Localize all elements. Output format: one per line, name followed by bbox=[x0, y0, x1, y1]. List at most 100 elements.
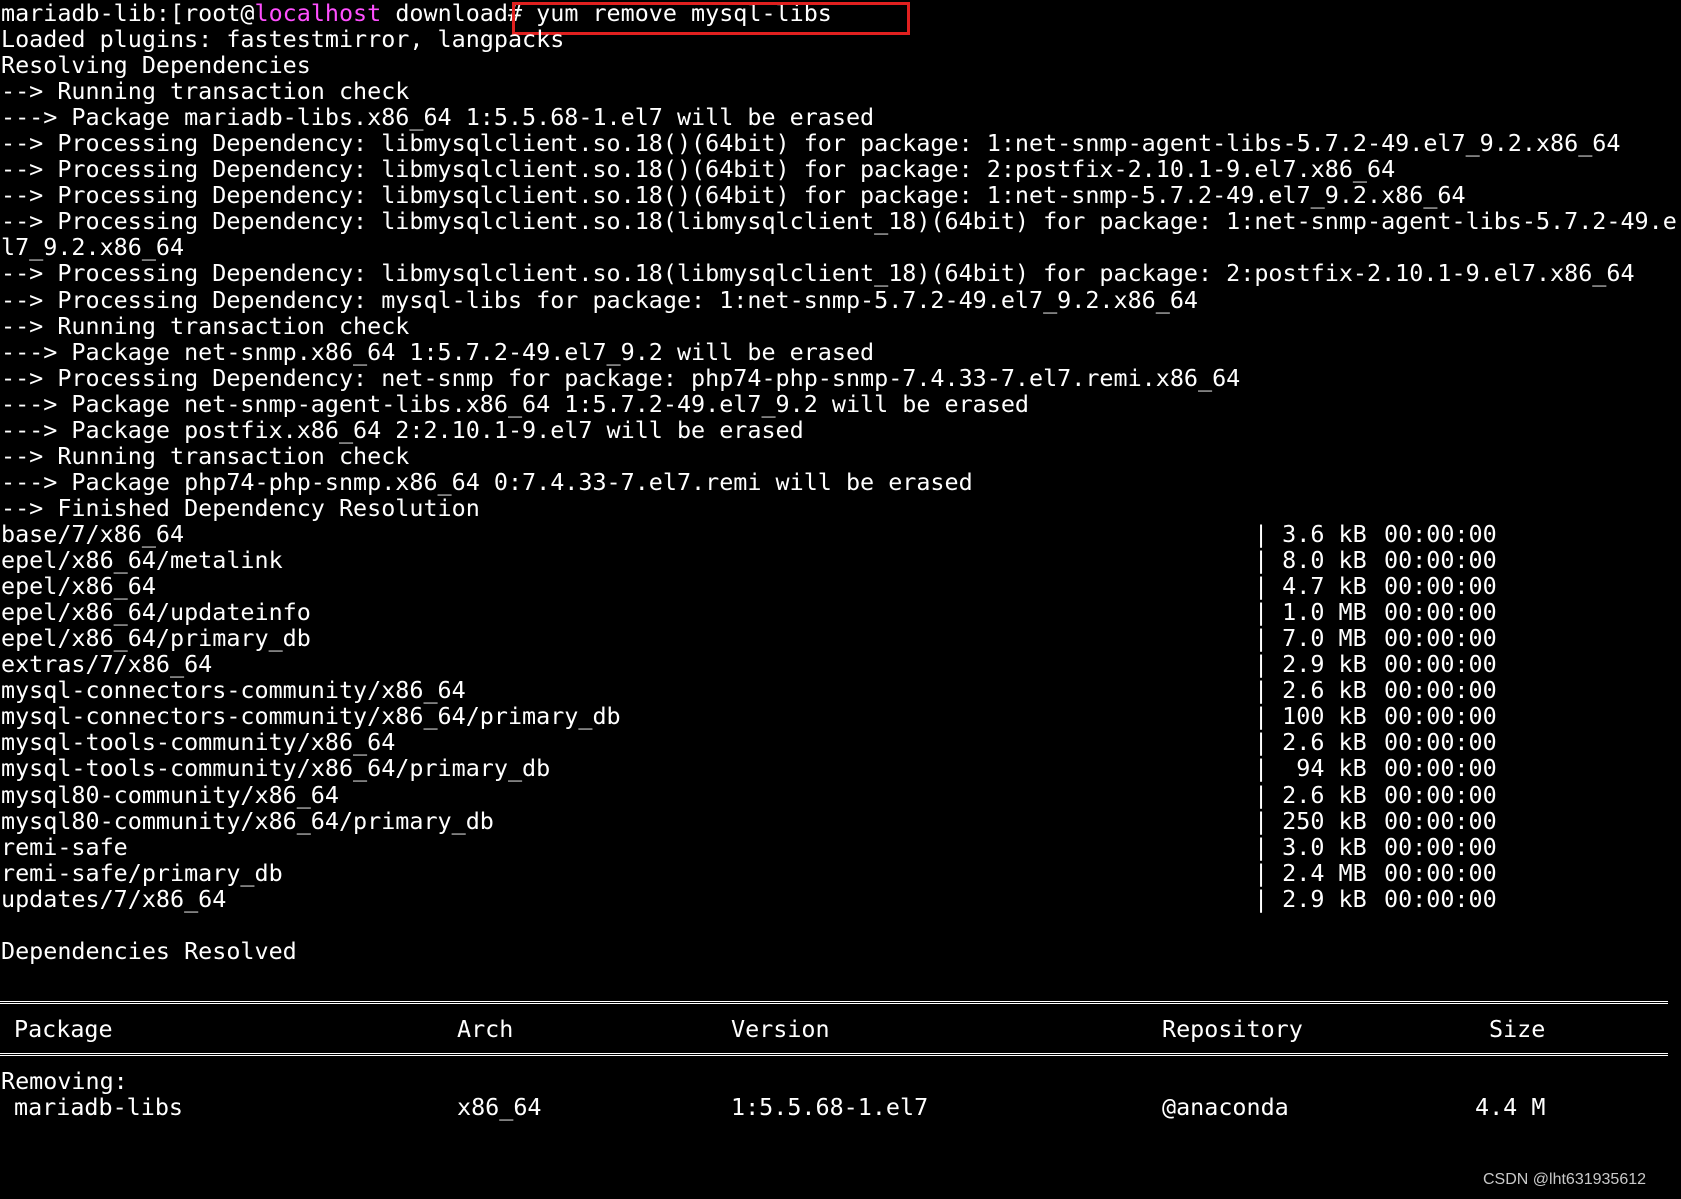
repo-row: extras/7/x86_64 | 2.9 kB 00:00:00 bbox=[0, 650, 1681, 679]
log-line: --> Finished Dependency Resolution bbox=[1, 493, 480, 522]
repo-name: mysql-connectors-community/x86_64/primar… bbox=[1, 702, 621, 731]
repo-name: epel/x86_64/updateinfo bbox=[1, 598, 311, 627]
repo-time: 00:00:00 bbox=[1384, 832, 1497, 861]
repo-row: mysql-connectors-community/x86_64/primar… bbox=[0, 702, 1681, 731]
row-arch: x86_64 bbox=[457, 1093, 542, 1121]
log-line: --> Processing Dependency: libmysqlclien… bbox=[1, 155, 1396, 184]
table-top-rule bbox=[0, 1001, 1668, 1004]
row-repository: @anaconda bbox=[1162, 1093, 1289, 1121]
repo-size: | 2.6 kB bbox=[1254, 676, 1367, 705]
repo-size: | 4.7 kB bbox=[1254, 572, 1367, 601]
repo-row: mysql-tools-community/x86_64/primary_db |… bbox=[0, 755, 1681, 783]
repo-time: 00:00:00 bbox=[1384, 598, 1497, 627]
repo-row: mysql80-community/x86_64/primary_db | 250… bbox=[0, 806, 1681, 836]
table-row: mariadb-libs x86_64 1:5.5.68-1.el7 @anac… bbox=[0, 1093, 1681, 1122]
dependencies-resolved-text: Dependencies Resolved bbox=[1, 937, 297, 965]
repo-size: | 100 kB bbox=[1254, 702, 1367, 731]
repo-time: 00:00:00 bbox=[1384, 728, 1497, 757]
log-line: ---> Package php74-php-snmp.x86_64 0:7.4… bbox=[1, 467, 973, 496]
log-line: ---> Package net-snmp-agent-libs.x86_64 … bbox=[1, 389, 1030, 418]
repo-time: 00:00:00 bbox=[1384, 858, 1497, 887]
header-size: Size bbox=[1489, 1015, 1546, 1043]
repo-time: 00:00:00 bbox=[1384, 624, 1497, 653]
repo-time: 00:00:00 bbox=[1384, 806, 1497, 835]
repo-size: | 250 kB bbox=[1254, 806, 1367, 835]
table-header-row: Package Arch Version Repository Size bbox=[0, 1015, 1681, 1044]
repo-name: epel/x86_64/primary_db bbox=[1, 624, 311, 653]
log-line: --> Processing Dependency: libmysqlclien… bbox=[1, 259, 1635, 288]
repo-size: | 8.0 kB bbox=[1254, 546, 1367, 575]
repo-name: mysql-tools-community/x86_64 bbox=[1, 728, 396, 757]
repo-name: mysql-tools-community/x86_64/primary_db bbox=[1, 754, 551, 783]
repo-name: mysql-connectors-community/x86_64 bbox=[1, 676, 466, 705]
repo-row: mysql-connectors-community/x86_64 | 2.6 k… bbox=[0, 676, 1681, 705]
command-highlight-box bbox=[512, 2, 910, 35]
repo-time: 00:00:00 bbox=[1384, 884, 1497, 913]
repo-size: | 3.6 kB bbox=[1254, 520, 1367, 548]
repo-row: base/7/x86_64 | 3.6 kB 00:00:00 bbox=[0, 520, 1681, 549]
row-size: 4.4 M bbox=[1475, 1093, 1546, 1121]
repo-row: epel/x86_64/metalink | 8.0 kB 00:00:00 bbox=[0, 546, 1681, 575]
log-line: --> Processing Dependency: libmysqlclien… bbox=[1, 207, 1677, 236]
repo-size: | 2.6 kB bbox=[1254, 728, 1367, 757]
repo-name: remi-safe bbox=[1, 832, 128, 861]
repo-row: mysql80-community/x86_64 | 2.6 kB 00:00:00 bbox=[0, 780, 1681, 810]
removing-section-label: Removing: bbox=[1, 1067, 128, 1095]
prompt-prefix: mariadb-lib:[root@ bbox=[1, 0, 255, 27]
repo-name: extras/7/x86_64 bbox=[1, 650, 213, 679]
log-line: --> Processing Dependency: libmysqlclien… bbox=[1, 181, 1466, 210]
log-line: --> Processing Dependency: net-snmp for … bbox=[1, 363, 1241, 392]
log-line: --> Processing Dependency: mysql-libs fo… bbox=[1, 285, 1198, 314]
log-line: Resolving Dependencies bbox=[1, 51, 311, 80]
repo-time: 00:00:00 bbox=[1384, 754, 1497, 783]
repo-name: mysql80-community/x86_64/primary_db bbox=[1, 806, 494, 835]
repo-name: epel/x86_64/metalink bbox=[1, 546, 283, 575]
header-arch: Arch bbox=[457, 1015, 514, 1043]
terminal-window[interactable]: mariadb-lib:[root@localhost download# yu… bbox=[0, 0, 1681, 1199]
repo-row: updates/7/x86_64 | 2.9 kB 00:00:00 bbox=[0, 884, 1681, 914]
repo-name: base/7/x86_64 bbox=[1, 520, 185, 548]
table-header-rule bbox=[0, 1053, 1668, 1056]
repo-row: remi-safe/primary_db | 2.4 MB 00:00:00 bbox=[0, 858, 1681, 888]
log-line: --> Running transaction check bbox=[1, 77, 410, 106]
prompt-cwd: download bbox=[381, 0, 508, 27]
repo-name: updates/7/x86_64 bbox=[1, 884, 227, 913]
header-version: Version bbox=[731, 1015, 830, 1043]
repo-row: remi-safe | 3.0 kB 00:00:00 bbox=[0, 832, 1681, 862]
repo-size: | 1.0 MB bbox=[1254, 598, 1367, 627]
row-version: 1:5.5.68-1.el7 bbox=[731, 1093, 929, 1121]
repo-time: 00:00:00 bbox=[1384, 546, 1497, 575]
repo-time: 00:00:00 bbox=[1384, 676, 1497, 705]
repo-name: remi-safe/primary_db bbox=[1, 858, 283, 887]
repo-name: epel/x86_64 bbox=[1, 572, 156, 601]
repo-size: | 2.9 kB bbox=[1254, 650, 1367, 679]
row-package: mariadb-libs bbox=[14, 1093, 183, 1121]
log-line: ---> Package postfix.x86_64 2:2.10.1-9.e… bbox=[1, 415, 804, 444]
repo-size: | 2.9 kB bbox=[1254, 884, 1367, 913]
csdn-watermark: CSDN @lht631935612 bbox=[1483, 1171, 1647, 1188]
repo-size: | 2.6 kB bbox=[1254, 780, 1367, 809]
repo-time: 00:00:00 bbox=[1384, 780, 1497, 809]
header-repository: Repository bbox=[1162, 1015, 1303, 1043]
log-line: Loaded plugins: fastestmirror, langpacks bbox=[1, 25, 565, 53]
repo-row: epel/x86_64 | 4.7 kB 00:00:00 bbox=[0, 572, 1681, 601]
repo-size: | 3.0 kB bbox=[1254, 832, 1367, 861]
repo-time: 00:00:00 bbox=[1384, 572, 1497, 601]
repo-size: | 2.4 MB bbox=[1254, 858, 1367, 887]
repo-name: mysql80-community/x86_64 bbox=[1, 780, 339, 809]
repo-row: epel/x86_64/updateinfo | 1.0 MB 00:00:00 bbox=[0, 598, 1681, 627]
repo-row: epel/x86_64/primary_db | 7.0 MB 00:00:00 bbox=[0, 624, 1681, 653]
log-line: ---> Package mariadb-libs.x86_64 1:5.5.6… bbox=[1, 103, 875, 132]
log-line: l7_9.2.x86_64 bbox=[1, 233, 185, 262]
header-package: Package bbox=[14, 1015, 113, 1043]
log-line: --> Running transaction check bbox=[1, 311, 410, 340]
repo-row: mysql-tools-community/x86_64 | 2.6 kB 00:0… bbox=[0, 728, 1681, 757]
log-line: --> Processing Dependency: libmysqlclien… bbox=[1, 129, 1621, 158]
prompt-host: localhost bbox=[254, 0, 382, 27]
repo-time: 00:00:00 bbox=[1384, 520, 1497, 548]
repo-size: | 7.0 MB bbox=[1254, 624, 1367, 653]
repo-time: 00:00:00 bbox=[1384, 702, 1497, 731]
repo-size: | 94 kB bbox=[1254, 754, 1367, 783]
log-line: --> Running transaction check bbox=[1, 441, 410, 470]
repo-time: 00:00:00 bbox=[1384, 650, 1497, 679]
